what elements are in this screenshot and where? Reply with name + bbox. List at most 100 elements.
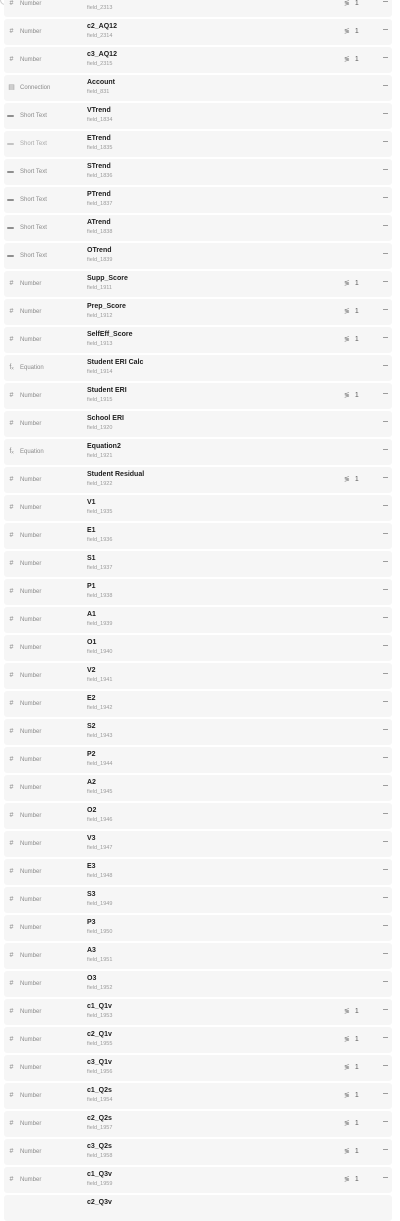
rules-count[interactable]: ≶ 1 [344,1063,359,1072]
row-menu-icon[interactable] [383,533,388,538]
rules-count[interactable]: ≶ 1 [344,0,359,7]
field-row[interactable]: # Number P3 field_1950 [4,915,392,941]
rules-count[interactable]: ≶ 1 [344,1175,359,1184]
field-row[interactable]: # Number c2_Q2s field_1957 ≶ 1 [4,1111,392,1137]
field-row[interactable]: c2_Q3v [4,1195,392,1221]
row-menu-icon[interactable] [383,281,388,286]
field-row[interactable]: # Number c1_Q3v field_1959 ≶ 1 [4,1167,392,1193]
row-menu-icon[interactable] [383,365,388,370]
rules-count[interactable]: ≶ 1 [344,27,359,36]
field-row[interactable]: # Number A2 field_1945 [4,775,392,801]
field-row[interactable]: # Number Student Residual field_1922 ≶ 1 [4,467,392,493]
row-menu-icon[interactable] [383,561,388,566]
rules-count[interactable]: ≶ 1 [344,335,359,344]
field-row[interactable]: # Number O1 field_1940 [4,635,392,661]
field-row[interactable]: Short Text PTrend field_1837 [4,187,392,213]
field-row[interactable]: fₓ Equation Student ERI Calc field_1914 [4,355,392,381]
row-menu-icon[interactable] [383,57,388,62]
row-menu-icon[interactable] [383,477,388,482]
row-menu-icon[interactable] [383,1,388,6]
field-row[interactable]: # Number S2 field_1943 [4,719,392,745]
row-menu-icon[interactable] [383,1009,388,1014]
rules-count[interactable]: ≶ 1 [344,475,359,484]
field-row[interactable]: # Number A1 field_1939 [4,607,392,633]
field-row[interactable]: # Number SelfEff_Score field_1913 ≶ 1 [4,327,392,353]
row-menu-icon[interactable] [383,1177,388,1182]
row-menu-icon[interactable] [383,897,388,902]
field-row[interactable]: # Number E1 field_1936 [4,523,392,549]
row-menu-icon[interactable] [383,673,388,678]
field-row[interactable]: Short Text ETrend field_1835 [4,131,392,157]
field-row[interactable]: # Number V3 field_1947 [4,831,392,857]
row-menu-icon[interactable] [383,645,388,650]
field-row[interactable]: # Number E3 field_1948 [4,859,392,885]
row-menu-icon[interactable] [383,925,388,930]
field-row[interactable]: # Number V2 field_1941 [4,663,392,689]
row-menu-icon[interactable] [383,393,388,398]
field-row[interactable]: # Number field_2313 ≶ 1 [4,0,392,17]
field-row[interactable]: # Number E2 field_1942 [4,691,392,717]
field-row[interactable]: # Number P1 field_1938 [4,579,392,605]
row-menu-icon[interactable] [383,981,388,986]
row-menu-icon[interactable] [383,141,388,146]
row-menu-icon[interactable] [383,225,388,230]
field-row[interactable]: # Number A3 field_1951 [4,943,392,969]
row-menu-icon[interactable] [383,309,388,314]
row-menu-icon[interactable] [383,1149,388,1154]
row-menu-icon[interactable] [383,785,388,790]
rules-count[interactable]: ≶ 1 [344,279,359,288]
rules-count[interactable]: ≶ 1 [344,1147,359,1156]
row-menu-icon[interactable] [383,29,388,34]
rules-count[interactable]: ≶ 1 [344,1035,359,1044]
field-row[interactable]: # Number c3_Q2s field_1958 ≶ 1 [4,1139,392,1165]
field-row[interactable]: # Number c3_AQ12 field_2315 ≶ 1 [4,47,392,73]
row-menu-icon[interactable] [383,589,388,594]
field-row[interactable]: ▤ Connection Account field_831 [4,75,392,101]
field-row[interactable]: # Number c2_AQ12 field_2314 ≶ 1 [4,19,392,45]
field-row[interactable]: # Number S3 field_1949 [4,887,392,913]
row-menu-icon[interactable] [383,421,388,426]
field-row[interactable]: # Number Prep_Score field_1912 ≶ 1 [4,299,392,325]
field-row[interactable]: Short Text VTrend field_1834 [4,103,392,129]
field-row[interactable]: # Number Supp_Score field_1911 ≶ 1 [4,271,392,297]
row-menu-icon[interactable] [383,813,388,818]
row-menu-icon[interactable] [383,757,388,762]
row-menu-icon[interactable] [383,113,388,118]
field-row[interactable]: # Number c3_Q1v field_1956 ≶ 1 [4,1055,392,1081]
field-row[interactable]: Short Text STrend field_1836 [4,159,392,185]
row-menu-icon[interactable] [383,169,388,174]
row-menu-icon[interactable] [383,337,388,342]
field-row[interactable]: # Number O3 field_1952 [4,971,392,997]
row-menu-icon[interactable] [383,1121,388,1126]
rules-count[interactable]: ≶ 1 [344,391,359,400]
rules-count[interactable]: ≶ 1 [344,307,359,316]
field-row[interactable]: # Number c1_Q2s field_1954 ≶ 1 [4,1083,392,1109]
field-row[interactable]: # Number O2 field_1946 [4,803,392,829]
rules-count[interactable]: ≶ 1 [344,1119,359,1128]
row-menu-icon[interactable] [383,197,388,202]
row-menu-icon[interactable] [383,701,388,706]
row-menu-icon[interactable] [383,505,388,510]
field-row[interactable]: # Number V1 field_1935 [4,495,392,521]
row-menu-icon[interactable] [383,953,388,958]
field-row[interactable]: # Number S1 field_1937 [4,551,392,577]
row-menu-icon[interactable] [383,841,388,846]
row-menu-icon[interactable] [383,85,388,90]
field-row[interactable]: # Number School ERI field_1920 [4,411,392,437]
row-menu-icon[interactable] [383,1093,388,1098]
rules-count[interactable]: ≶ 1 [344,1007,359,1016]
row-menu-icon[interactable] [383,1065,388,1070]
row-menu-icon[interactable] [383,449,388,454]
row-menu-icon[interactable] [383,617,388,622]
row-menu-icon[interactable] [383,869,388,874]
rules-count[interactable]: ≶ 1 [344,1091,359,1100]
rules-count[interactable]: ≶ 1 [344,55,359,64]
field-row[interactable]: # Number P2 field_1944 [4,747,392,773]
field-row[interactable]: fₓ Equation Equation2 field_1921 [4,439,392,465]
field-row[interactable]: # Number c2_Q1v field_1955 ≶ 1 [4,1027,392,1053]
field-row[interactable]: # Number Student ERI field_1915 ≶ 1 [4,383,392,409]
field-row[interactable]: Short Text ATrend field_1838 [4,215,392,241]
field-row[interactable]: Short Text OTrend field_1839 [4,243,392,269]
row-menu-icon[interactable] [383,253,388,258]
row-menu-icon[interactable] [383,1037,388,1042]
